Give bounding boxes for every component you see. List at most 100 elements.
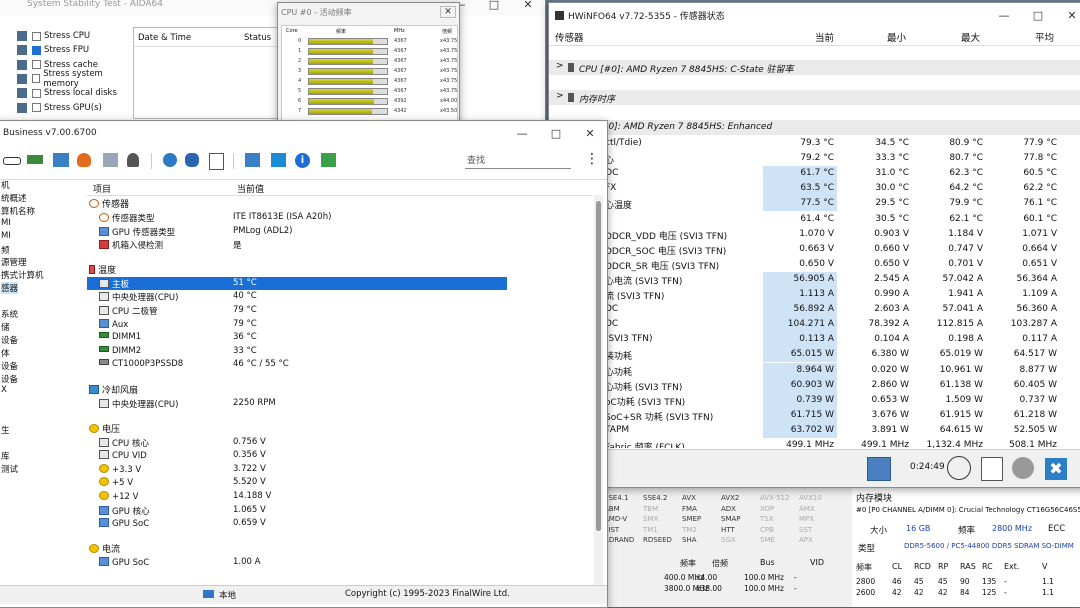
section-header[interactable]: 传感器 — [89, 197, 129, 210]
checkbox[interactable] — [32, 60, 41, 70]
sensor-row[interactable]: GPU SoC 0.659 V — [87, 517, 507, 530]
sensor-row[interactable]: CT1000P3PSSD8 46 °C / 55 °C — [87, 358, 507, 371]
tree-item[interactable]: 生 — [1, 424, 10, 436]
group-cstate[interactable]: > CPU [#0]: AMD Ryzen 7 8845HS: C-State … — [549, 60, 1080, 75]
memory-slot[interactable]: #0 [P0 CHANNEL A/DIMM 0]: Crucial Techno… — [856, 506, 1080, 514]
hdr-current[interactable]: 当前 — [815, 30, 834, 44]
scroll-thumb[interactable] — [596, 201, 601, 531]
tree-item[interactable]: 频 — [1, 244, 10, 256]
network-icon[interactable] — [867, 457, 891, 481]
sensor-row[interactable]: DDCR_SR 电压 (SVI3 TFN) 0.650 V 0.650 V 0.701… — [549, 257, 1080, 272]
section-header[interactable]: 冷却风扇 — [89, 383, 138, 396]
tree-item[interactable]: 库 — [1, 450, 10, 462]
sensor-row[interactable]: DIMM1 36 °C — [87, 331, 507, 344]
stability-window[interactable]: System Stability Test - AIDA64 — □ ✕ Str… — [0, 0, 546, 122]
audit-icon[interactable] — [321, 153, 336, 167]
expand-icon[interactable]: > — [556, 61, 564, 71]
fire-icon[interactable] — [77, 153, 91, 167]
checkbox[interactable] — [32, 88, 41, 98]
sensor-row[interactable]: CPU 二极管 79 °C — [87, 304, 507, 317]
tree-item[interactable]: 系统 — [1, 308, 18, 320]
hdr-sensor[interactable]: 传感器 — [555, 30, 584, 44]
tree-item[interactable]: 设备 — [1, 334, 18, 346]
settings-icon[interactable] — [1012, 457, 1034, 479]
sensor-row[interactable]: 机箱入侵检测 是 — [87, 238, 507, 251]
sensor-row[interactable]: GPU SoC 1.00 A — [87, 556, 507, 569]
sensor-row[interactable]: DC 104.271 A 78.392 A 112.815 A 103.287 A — [549, 317, 1080, 333]
database-icon[interactable] — [185, 153, 199, 167]
sensor-row[interactable]: 心功耗 8.964 W 0.020 W 10.961 W 8.877 W — [549, 362, 1080, 378]
stress-option[interactable]: Stress CPU — [17, 29, 90, 43]
stress-option[interactable]: Stress local disks — [17, 86, 117, 100]
tree-item[interactable]: 储 — [1, 321, 10, 333]
minimize-icon[interactable]: — — [987, 9, 1021, 22]
info-icon[interactable]: i — [295, 153, 310, 168]
sensor-row[interactable]: 中央处理器(CPU) 40 °C — [87, 290, 507, 303]
report-icon[interactable] — [209, 153, 224, 170]
tree-item[interactable]: 设备 — [1, 360, 18, 372]
bench-icon[interactable] — [245, 153, 260, 167]
close-icon[interactable]: ✕ — [511, 0, 545, 11]
sensor-row[interactable]: +5 V 5.520 V — [87, 476, 507, 489]
tree-item[interactable]: 机 — [1, 179, 10, 191]
section-header[interactable]: 电流 — [89, 542, 120, 555]
sensor-row[interactable]: Aux 79 °C — [87, 318, 507, 331]
maximize-icon[interactable]: □ — [1021, 9, 1055, 22]
sensor-row[interactable]: 主板 51 °C — [87, 276, 507, 290]
search-input[interactable]: 查找 — [465, 153, 571, 169]
log-table[interactable]: Date & Time Status — [133, 27, 285, 119]
scrollbar[interactable] — [594, 195, 603, 585]
checkbox[interactable] — [32, 45, 41, 55]
close-icon[interactable]: ✕ — [1055, 9, 1080, 22]
stress-option[interactable]: Stress FPU — [17, 43, 89, 57]
tree-item[interactable]: MI — [1, 218, 11, 228]
cpu-freq-window[interactable]: CPU #0 - 活动频率 ✕ Core 频率 MHz 倍频 0 4367 x43.… — [277, 2, 460, 122]
tree-item[interactable]: 感器 — [1, 282, 19, 295]
col-value[interactable]: 当前值 — [237, 182, 264, 195]
sensor-row[interactable]: CPU 核心 0.756 V — [87, 436, 507, 449]
tree-item[interactable]: MI — [1, 231, 11, 241]
sensor-row[interactable]: FX 63.5 °C 30.0 °C 64.2 °C 62.2 °C — [549, 181, 1080, 197]
col-item[interactable]: 项目 — [93, 182, 111, 195]
sensor-row[interactable]: DC 56.892 A 2.603 A 57.041 A 56.360 A — [549, 302, 1080, 318]
sensor-row[interactable]: Fabric 频率 (FCLK) 499.1 MHz 499.1 MHz 1,132.… — [549, 438, 1080, 448]
tree-item[interactable]: 携式计算机 — [1, 269, 44, 281]
sensor-row[interactable]: 心电流 (SVI3 TFN) 56.905 A 2.545 A 57.042 A 56.… — [549, 271, 1080, 287]
tree-item[interactable]: X — [1, 385, 7, 395]
sensor-row[interactable]: 传感器类型 ITE IT8613E (ISA A20h) — [87, 211, 507, 224]
stress-option[interactable]: Stress GPU(s) — [17, 101, 102, 115]
tree-item[interactable]: 统概述 — [1, 192, 27, 204]
hwinfo-window[interactable]: HWiNFO64 v7.72-5355 - 传感器状态 — □ ✕ 传感器 当前… — [548, 2, 1080, 488]
clock-icon[interactable] — [947, 456, 971, 480]
update-icon[interactable] — [271, 153, 286, 167]
minimize-icon[interactable]: — — [505, 127, 539, 140]
tree-item[interactable]: 体 — [1, 347, 10, 359]
stress-option[interactable]: Stress system memory — [17, 69, 137, 89]
sensor-row[interactable]: +3.3 V 3.722 V — [87, 463, 507, 476]
tree-item[interactable]: 设备 — [1, 373, 18, 385]
sensor-row[interactable]: DDCR_SOC 电压 (SVI3 TFN) 0.663 V 0.660 V 0.74… — [549, 242, 1080, 257]
more-icon[interactable]: ⋮ — [585, 151, 599, 167]
network-icon[interactable] — [53, 153, 69, 167]
close-icon[interactable]: ✕ — [573, 127, 607, 140]
sensor-row[interactable]: 心温度 77.5 °C 29.5 °C 79.9 °C 76.1 °C — [549, 196, 1080, 212]
tree-item[interactable]: 测试 — [1, 463, 18, 475]
tree-item[interactable]: 算机名称 — [1, 205, 35, 217]
sensor-row[interactable]: SoC+SR 功耗 (SVI3 TFN) 61.715 W 3.676 W 61.91… — [549, 407, 1080, 423]
hdr-min[interactable]: 最小 — [887, 30, 906, 44]
hdr-avg[interactable]: 平均 — [1035, 30, 1054, 44]
sensor-row[interactable]: +12 V 14.188 V — [87, 490, 507, 503]
checkbox[interactable] — [32, 31, 41, 41]
sensor-row[interactable]: CPU VID 0.356 V — [87, 449, 507, 462]
group-enhanced[interactable]: #0]: AMD Ryzen 7 8845HS: Enhanced — [549, 120, 1080, 135]
sensor-row[interactable]: oC功耗 (SVI3 TFN) 0.739 W 0.653 W 1.509 W 0.73… — [549, 392, 1080, 408]
sensor-row[interactable]: ctl/Tdie) 79.3 °C 34.5 °C 80.9 °C 77.9 °C — [549, 136, 1080, 151]
sensor-row[interactable]: 61.4 °C 30.5 °C 62.1 °C 60.1 °C — [549, 212, 1080, 227]
sensor-row[interactable]: GPU 传感器类型 PMLog (ADL2) — [87, 225, 507, 238]
checkbox[interactable] — [31, 74, 41, 84]
globe-icon[interactable] — [163, 153, 177, 167]
back-icon[interactable] — [3, 157, 21, 165]
hdr-max[interactable]: 最大 — [961, 30, 980, 44]
aida-window[interactable]: Business v7.00.6700 — □ ✕ i 查找 ⋮ 机统概述 算机名… — [0, 120, 608, 608]
report-icon[interactable] — [981, 457, 1003, 481]
